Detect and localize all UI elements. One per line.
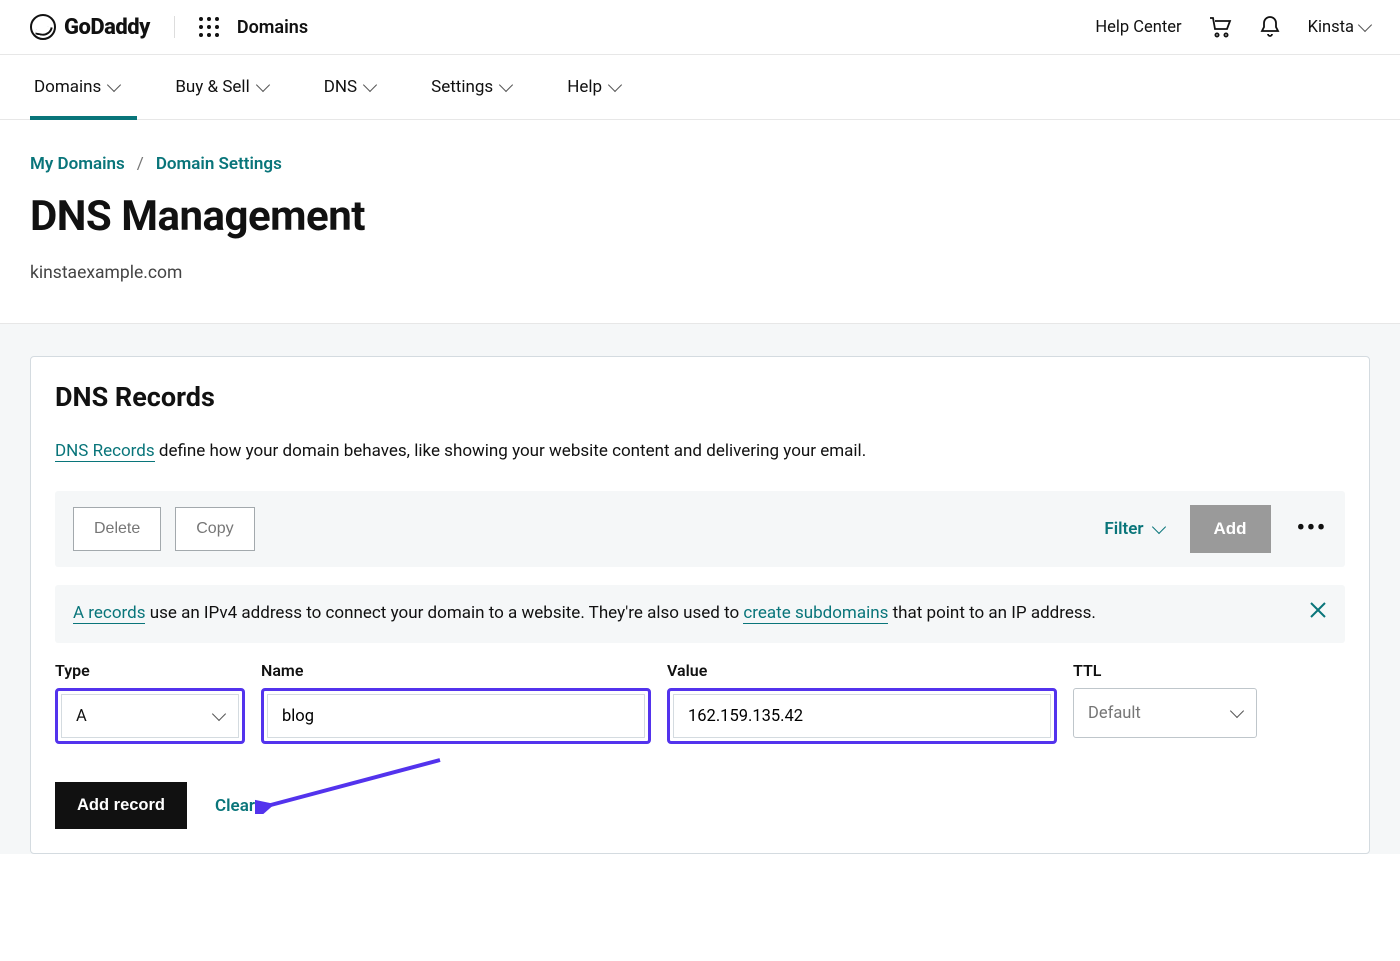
chevron-down-icon (608, 78, 622, 92)
breadcrumb-domain-settings[interactable]: Domain Settings (156, 154, 282, 174)
breadcrumb-my-domains[interactable]: My Domains (30, 154, 125, 174)
breadcrumb-separator: / (137, 154, 144, 174)
name-input-wrap (267, 694, 645, 738)
content-area: DNS Records DNS Records define how your … (0, 323, 1400, 854)
user-menu[interactable]: Kinsta (1308, 18, 1370, 37)
create-subdomains-link[interactable]: create subdomains (743, 603, 888, 624)
info-banner: A records use an IPv4 address to connect… (55, 585, 1345, 644)
copy-button[interactable]: Copy (175, 507, 254, 551)
nav-label: DNS (324, 77, 357, 97)
clear-link[interactable]: Clear (215, 796, 255, 816)
secondary-nav: Domains Buy & Sell DNS Settings Help (0, 55, 1400, 120)
form-actions: Add record Clear (55, 782, 1345, 829)
annotation-arrow-icon (255, 754, 445, 814)
chevron-down-icon (256, 78, 270, 92)
filter-button[interactable]: Filter (1104, 519, 1163, 539)
delete-button[interactable]: Delete (73, 507, 161, 551)
top-bar: GoDaddy Domains Help Center Kinsta (0, 0, 1400, 55)
nav-label: Settings (431, 77, 493, 97)
chevron-down-icon (107, 78, 121, 92)
value-input[interactable] (688, 707, 1036, 726)
info-text-mid: use an IPv4 address to connect your doma… (145, 603, 743, 623)
godaddy-logo-icon (30, 14, 56, 40)
app-launcher-icon[interactable] (199, 17, 219, 37)
name-label: Name (261, 661, 651, 680)
info-text-end: that point to an IP address. (888, 603, 1096, 623)
more-icon[interactable]: ••• (1297, 516, 1327, 541)
field-type: Type A (55, 661, 245, 744)
nav-dns[interactable]: DNS (324, 77, 375, 119)
name-highlight (261, 688, 651, 744)
field-value: Value (667, 661, 1057, 744)
records-toolbar: Delete Copy Filter Add ••• (55, 491, 1345, 567)
dns-records-card: DNS Records DNS Records define how your … (30, 356, 1370, 854)
chevron-down-icon (1151, 519, 1165, 533)
bell-icon[interactable] (1258, 15, 1282, 39)
field-name: Name (261, 661, 651, 744)
ttl-label: TTL (1073, 661, 1257, 680)
page-header: My Domains / Domain Settings DNS Managem… (0, 120, 1400, 323)
chevron-down-icon (1230, 704, 1244, 718)
a-records-link[interactable]: A records (73, 603, 145, 624)
nav-domains[interactable]: Domains (34, 77, 119, 119)
top-section-label[interactable]: Domains (237, 17, 308, 38)
field-ttl: TTL Default (1073, 661, 1257, 744)
divider (174, 16, 175, 38)
nav-label: Buy & Sell (175, 77, 249, 97)
chevron-down-icon (1358, 18, 1372, 32)
dns-records-link[interactable]: DNS Records (55, 441, 155, 462)
add-button[interactable]: Add (1190, 505, 1271, 553)
chevron-down-icon (363, 78, 377, 92)
brand-text: GoDaddy (64, 15, 150, 40)
records-heading: DNS Records (55, 381, 1345, 413)
cart-icon[interactable] (1208, 15, 1232, 39)
close-icon[interactable] (1309, 601, 1327, 628)
nav-label: Domains (34, 77, 101, 97)
records-description-text: define how your domain behaves, like sho… (155, 441, 867, 461)
add-record-form: Type A Name Value (55, 661, 1345, 744)
value-highlight (667, 688, 1057, 744)
filter-label: Filter (1104, 519, 1143, 539)
domain-name: kinstaexample.com (30, 263, 1370, 283)
nav-buy-sell[interactable]: Buy & Sell (175, 77, 267, 119)
nav-label: Help (567, 77, 602, 97)
value-label: Value (667, 661, 1057, 680)
records-description: DNS Records define how your domain behav… (55, 439, 1345, 465)
chevron-down-icon (499, 78, 513, 92)
add-record-button[interactable]: Add record (55, 782, 187, 829)
user-name: Kinsta (1308, 18, 1354, 37)
name-input[interactable] (282, 707, 630, 726)
type-select[interactable]: A (61, 694, 239, 738)
nav-settings[interactable]: Settings (431, 77, 511, 119)
help-center-link[interactable]: Help Center (1095, 18, 1181, 37)
type-value: A (76, 707, 87, 726)
value-input-wrap (673, 694, 1051, 738)
brand-logo[interactable]: GoDaddy (30, 14, 150, 40)
page-title: DNS Management (30, 192, 1370, 241)
nav-help[interactable]: Help (567, 77, 620, 119)
breadcrumb: My Domains / Domain Settings (30, 154, 1370, 174)
ttl-value: Default (1088, 704, 1141, 723)
info-text: A records use an IPv4 address to connect… (73, 601, 1096, 627)
type-label: Type (55, 661, 245, 680)
ttl-select[interactable]: Default (1073, 688, 1257, 738)
type-highlight: A (55, 688, 245, 744)
chevron-down-icon (212, 707, 226, 721)
